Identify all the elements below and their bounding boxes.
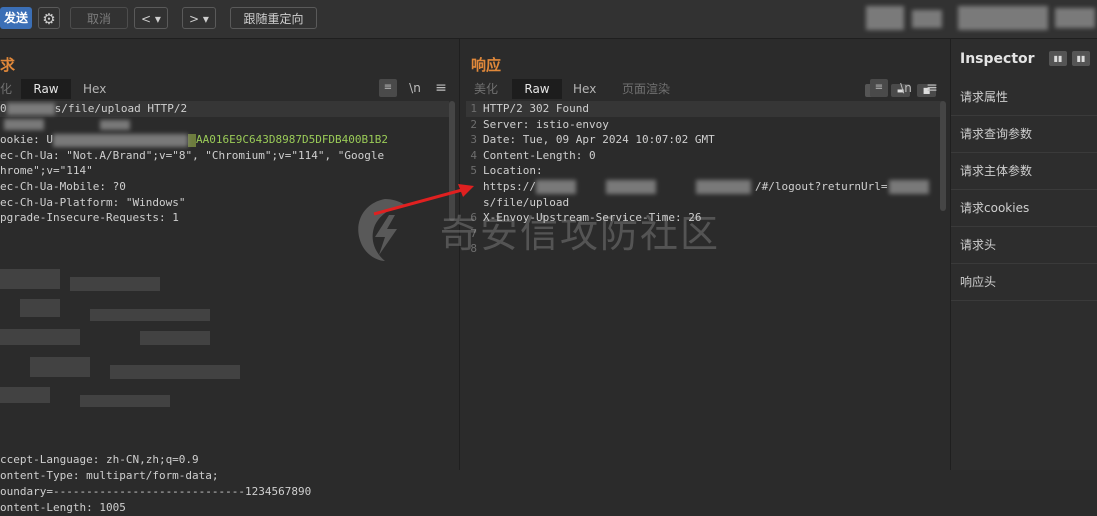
inspector-item-cookies[interactable]: 请求cookies xyxy=(951,190,1097,227)
redacted-target xyxy=(958,6,1048,30)
response-editor[interactable]: 1 HTTP/2 302 Found 2 Server: istio-envoy 3… xyxy=(466,101,950,470)
request-line: ec-Ch-Ua: "Not.A/Brand";v="8", "Chromium… xyxy=(0,148,385,162)
inspector-panel: Inspector ▮▮ ▮▮ 请求属性 请求查询参数 请求主体参数 请求coo… xyxy=(951,39,1097,470)
redacted-host xyxy=(4,119,44,131)
follow-redirect-button[interactable]: 跟随重定向 xyxy=(230,7,317,29)
response-tabs: 美化 Raw Hex 页面渲染 xyxy=(460,79,760,99)
redacted-target xyxy=(866,6,904,30)
response-line: 1 HTTP/2 302 Found xyxy=(470,102,589,115)
tab-hex[interactable]: Hex xyxy=(83,79,113,99)
request-line: ec-Ch-Ua-Platform: "Windows" xyxy=(0,195,186,209)
request-line: 0 s/file/upload HTTP/2 xyxy=(0,102,188,115)
cookie-highlight xyxy=(187,133,196,147)
inspector-layout-icon[interactable]: ▮▮ xyxy=(1049,51,1067,66)
inspector-item-request-headers[interactable]: 请求头 xyxy=(951,227,1097,264)
inspector-item-query-params[interactable]: 请求查询参数 xyxy=(951,116,1097,153)
response-line: 4 Content-Length: 0 xyxy=(470,148,596,162)
request-line: ontent-Type: multipart/form-data; xyxy=(0,469,219,482)
tab-pretty[interactable]: 化 xyxy=(0,79,14,99)
redacted-host xyxy=(100,119,130,130)
request-line: oundary=-----------------------------123… xyxy=(0,485,312,498)
tab-raw[interactable]: Raw xyxy=(512,79,562,99)
redacted-host xyxy=(695,180,751,194)
request-line: ccept-Language: zh-CN,zh;q=0.9 xyxy=(0,453,199,466)
response-title: 响应 xyxy=(471,56,502,74)
tab-pretty[interactable]: 美化 xyxy=(474,79,504,99)
request-title: 求 xyxy=(0,56,16,74)
inspector-item-body-params[interactable]: 请求主体参数 xyxy=(951,153,1097,190)
tab-hex[interactable]: Hex xyxy=(573,79,603,99)
response-line-location: https:///#/logout?returnUrl= xyxy=(466,179,930,195)
inspector-item-request-attributes[interactable]: 请求属性 xyxy=(951,79,1097,116)
request-tabs: 化 Raw Hex xyxy=(0,79,300,99)
response-line: 3 Date: Tue, 09 Apr 2024 10:07:02 GMT xyxy=(470,133,715,147)
gear-icon[interactable]: ⚙ xyxy=(38,7,60,29)
wrap-icon[interactable]: ≡ xyxy=(379,79,397,97)
request-line: pgrade-Insecure-Requests: 1 xyxy=(0,211,179,225)
response-line: 5 Location: xyxy=(470,164,543,178)
response-scrollbar[interactable] xyxy=(940,101,946,211)
wrap-icon[interactable]: ≡ xyxy=(870,79,888,97)
toolbar: 发送 ⚙ 取消 < ▾ > ▾ 跟随重定向 xyxy=(0,0,1097,39)
send-button[interactable]: 发送 xyxy=(0,7,32,29)
redacted-path xyxy=(6,103,55,115)
request-line xyxy=(0,117,130,133)
response-line: 2 Server: istio-envoy xyxy=(470,117,609,131)
menu-icon[interactable]: ≡ xyxy=(923,79,941,97)
redacted-host xyxy=(535,180,576,194)
newline-icon[interactable]: \n xyxy=(896,79,916,97)
inspector-title: Inspector xyxy=(960,51,1035,67)
redacted-target xyxy=(912,10,942,28)
inspector-collapse-icon[interactable]: ▮▮ xyxy=(1072,51,1090,66)
prev-button[interactable]: < ▾ xyxy=(134,7,168,29)
inspector-item-response-headers[interactable]: 响应头 xyxy=(951,264,1097,301)
tab-raw[interactable]: Raw xyxy=(21,79,71,99)
newline-icon[interactable]: \n xyxy=(405,79,425,97)
redacted-cookie xyxy=(52,133,188,147)
redacted-body xyxy=(0,269,455,419)
menu-icon[interactable]: ≡ xyxy=(432,79,450,97)
cancel-button[interactable]: 取消 xyxy=(70,7,128,29)
tab-render[interactable]: 页面渲染 xyxy=(622,79,682,99)
annotation-arrow-icon xyxy=(373,184,474,216)
request-line: ec-Ch-Ua-Mobile: ?0 xyxy=(0,180,126,193)
request-line: ookie: U AA016E9C643D8987D5DFDB400B1B2 xyxy=(0,133,389,147)
redacted-url xyxy=(889,180,930,194)
request-line: hrome";v="114" xyxy=(0,164,93,178)
watermark-text: 奇安信攻防社区 xyxy=(440,212,721,256)
redacted-host xyxy=(605,180,656,194)
next-button[interactable]: > ▾ xyxy=(182,7,216,29)
request-line: ontent-Length: 1005 xyxy=(0,501,126,514)
redacted-target xyxy=(1055,8,1095,28)
